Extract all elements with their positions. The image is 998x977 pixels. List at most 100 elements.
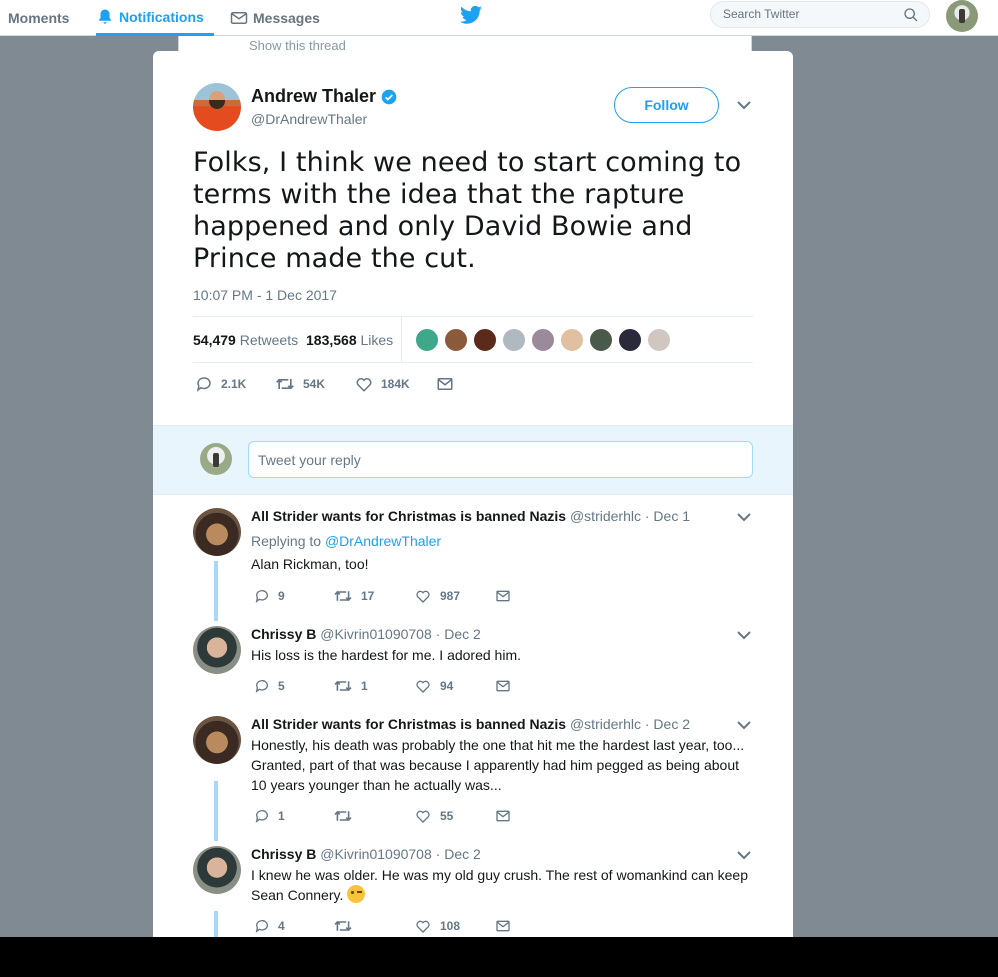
retweet-action[interactable]: [333, 808, 361, 824]
liker-avatar[interactable]: [531, 328, 555, 352]
reply-date[interactable]: · Dec 2: [645, 716, 690, 732]
nav-notifications[interactable]: Notifications: [96, 0, 214, 36]
retweets-count: 54,479: [193, 332, 236, 348]
reply-author-name[interactable]: All Strider wants for Christmas is banne…: [251, 508, 566, 524]
chevron-down-icon[interactable]: [737, 100, 751, 110]
reply-count: 4: [278, 919, 285, 933]
reply-action[interactable]: 1: [254, 808, 285, 824]
author-name[interactable]: Andrew Thaler: [251, 86, 397, 107]
reply-date[interactable]: · Dec 2: [436, 846, 481, 862]
envelope-icon: [496, 810, 510, 822]
retweet-icon: [276, 378, 294, 390]
replying-to-prefix: Replying to: [251, 533, 322, 549]
tweet-text: Folks, I think we need to start coming t…: [193, 147, 742, 274]
reply-header: Chrissy B @Kivrin01090708 · Dec 2: [251, 626, 481, 642]
retweet-action[interactable]: 54K: [275, 375, 325, 393]
tweet-actions: 2.1K 54K 184K: [193, 375, 753, 399]
reply-date[interactable]: · Dec 1: [645, 508, 690, 524]
nav-notifications-label: Notifications: [119, 8, 204, 25]
tweet-timestamp[interactable]: 10:07 PM - 1 Dec 2017: [193, 287, 337, 303]
author-handle[interactable]: @DrAndrewThaler: [251, 111, 367, 127]
liker-avatar[interactable]: [444, 328, 468, 352]
reply-author-name[interactable]: All Strider wants for Christmas is banne…: [251, 716, 566, 732]
reply-composer: Tweet your reply: [153, 425, 793, 495]
reply-input[interactable]: Tweet your reply: [248, 441, 753, 478]
reply-header: Chrissy B @Kivrin01090708 · Dec 2: [251, 846, 481, 862]
liker-avatar[interactable]: [618, 328, 642, 352]
heart-icon: [356, 378, 372, 392]
reply-action[interactable]: 5: [254, 678, 285, 694]
chevron-down-icon[interactable]: [737, 850, 751, 860]
chevron-down-icon[interactable]: [737, 720, 751, 730]
replying-to-mention[interactable]: @DrAndrewThaler: [325, 533, 441, 549]
author-name-text: Andrew Thaler: [251, 86, 377, 106]
retweet-action[interactable]: 1: [333, 678, 368, 694]
envelope-icon: [496, 680, 510, 692]
nav-moments[interactable]: Moments: [8, 0, 69, 36]
liker-avatar[interactable]: [647, 328, 671, 352]
chevron-down-icon[interactable]: [737, 630, 751, 640]
retweet-icon: [334, 680, 352, 692]
reply-author-name[interactable]: Chrissy B: [251, 846, 316, 862]
reply-author-name[interactable]: Chrissy B: [251, 626, 316, 642]
replying-to: Replying to @DrAndrewThaler: [251, 533, 441, 549]
bell-icon: [99, 9, 111, 24]
chevron-down-icon[interactable]: [737, 512, 751, 522]
reply-icon: [255, 680, 268, 693]
liker-avatar[interactable]: [415, 328, 439, 352]
like-action[interactable]: 108: [414, 918, 460, 934]
envelope-icon: [230, 12, 248, 24]
reply-avatar[interactable]: [193, 846, 241, 894]
reply-action[interactable]: 4: [254, 918, 285, 934]
direct-message-action[interactable]: [494, 808, 520, 824]
search-icon[interactable]: [903, 7, 919, 23]
direct-message-action[interactable]: [494, 678, 520, 694]
reply-avatar[interactable]: [193, 626, 241, 674]
liker-avatar[interactable]: [589, 328, 613, 352]
avatar-beard: [209, 100, 225, 109]
like-count: 987: [440, 589, 461, 603]
thread-connector: [214, 781, 218, 841]
direct-message-action[interactable]: [494, 918, 520, 934]
direct-message-action[interactable]: [436, 375, 462, 393]
liker-avatar[interactable]: [560, 328, 584, 352]
reply-author-handle[interactable]: @striderhlc: [570, 716, 641, 732]
reply-action[interactable]: 2.1K: [195, 375, 246, 393]
heart-icon: [416, 920, 430, 933]
reply-text: Alan Rickman, too!: [251, 556, 369, 572]
reply-text-line: 10 years younger than he actually was...: [251, 777, 502, 793]
liker-avatar[interactable]: [473, 328, 497, 352]
reply-date[interactable]: · Dec 2: [436, 626, 481, 642]
reply-action[interactable]: 9: [254, 588, 285, 604]
like-action[interactable]: 184K: [355, 375, 410, 393]
nav-messages[interactable]: Messages: [230, 0, 320, 36]
like-action[interactable]: 987: [414, 588, 460, 604]
twitter-bird-icon[interactable]: [460, 5, 482, 25]
stats-divider: [401, 317, 402, 362]
likes-stat[interactable]: 183,568 Likes: [306, 332, 393, 348]
reply-author-handle[interactable]: @striderhlc: [570, 508, 641, 524]
thread-connector: [214, 561, 218, 621]
background-timeline-card: Show this thread: [178, 36, 752, 53]
author-avatar[interactable]: [193, 83, 241, 131]
like-action[interactable]: 55: [414, 808, 453, 824]
retweets-stat[interactable]: 54,479 Retweets: [193, 332, 298, 348]
reply-avatar[interactable]: [193, 716, 241, 764]
search-placeholder: Search Twitter: [723, 7, 800, 21]
search-input[interactable]: Search Twitter: [710, 1, 930, 28]
direct-message-action[interactable]: [494, 588, 520, 604]
retweet-action[interactable]: 17: [333, 588, 374, 604]
liker-avatar[interactable]: [502, 328, 526, 352]
reply-count: 1: [278, 809, 285, 823]
follow-button[interactable]: Follow: [614, 87, 719, 123]
retweet-action[interactable]: [333, 918, 361, 934]
reply-actions: 5 1 94: [254, 678, 793, 702]
reply-author-handle[interactable]: @Kivrin01090708: [320, 626, 432, 642]
like-action[interactable]: 94: [414, 678, 453, 694]
reply-actions: 4 108: [254, 918, 793, 937]
like-count: 108: [440, 919, 461, 933]
profile-avatar[interactable]: [946, 0, 978, 32]
reply-avatar[interactable]: [193, 508, 241, 556]
reply-author-handle[interactable]: @Kivrin01090708: [320, 846, 432, 862]
reply-icon: [255, 590, 268, 603]
